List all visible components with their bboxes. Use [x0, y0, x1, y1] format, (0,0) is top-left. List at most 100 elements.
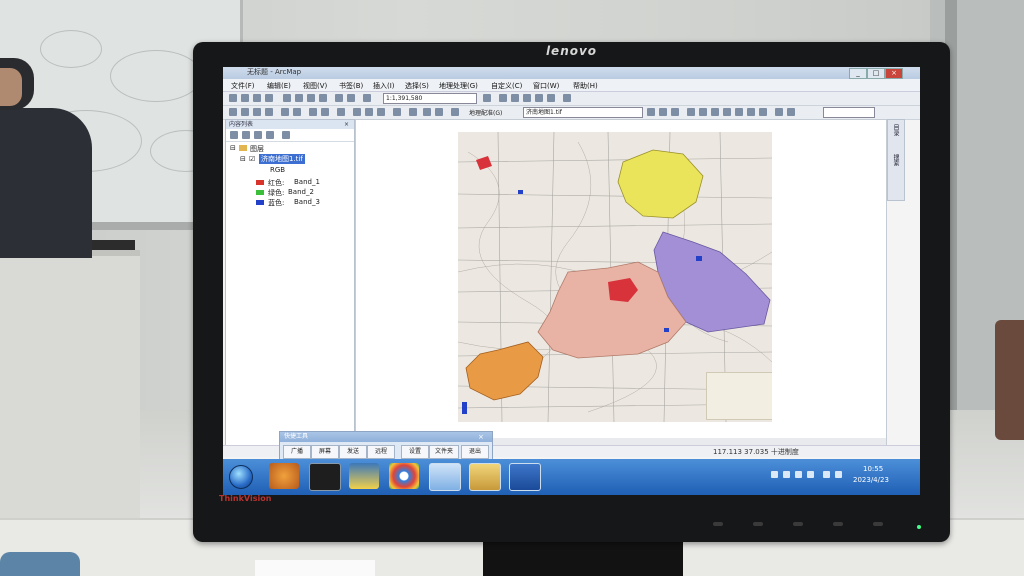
find-icon[interactable] [377, 108, 385, 116]
minimize-button[interactable]: _ [849, 68, 867, 79]
remote-button[interactable]: 远程 [367, 445, 395, 459]
toc-close-icon[interactable]: × [344, 120, 349, 129]
screen-button[interactable]: 屏幕 [311, 445, 339, 459]
pan-icon[interactable] [253, 108, 261, 116]
cut-icon[interactable] [283, 94, 291, 102]
list-by-visibility-icon[interactable] [254, 131, 262, 139]
copy-icon[interactable] [295, 94, 303, 102]
map-scale-input[interactable]: 1:1,391,580 [383, 93, 477, 104]
view-link-table-icon[interactable] [711, 108, 719, 116]
menu-customize[interactable]: 自定义(C) [491, 81, 522, 91]
hyperlink-icon[interactable] [409, 108, 417, 116]
menu-insert[interactable]: 插入(I) [373, 81, 395, 91]
fixed-zoom-out-icon[interactable] [293, 108, 301, 116]
select-features-icon[interactable] [337, 108, 345, 116]
toc-layer-name[interactable]: 济南地图1.tif [259, 154, 305, 164]
open-icon[interactable] [241, 94, 249, 102]
georeferencing-label[interactable]: 地理配准(G) [469, 108, 502, 117]
identify-icon[interactable] [365, 108, 373, 116]
close-button[interactable]: × [885, 68, 903, 79]
monitor-button[interactable] [753, 522, 763, 526]
menu-file[interactable]: 文件(F) [231, 81, 255, 91]
scale-icon[interactable] [671, 108, 679, 116]
delete-icon[interactable] [319, 94, 327, 102]
georeferencing-layer-select[interactable]: 济南地图1.tif [523, 107, 643, 118]
volume-icon[interactable] [835, 471, 842, 478]
menu-windows[interactable]: 窗口(W) [533, 81, 559, 91]
undo-icon[interactable] [335, 94, 343, 102]
go-to-xy-icon[interactable] [435, 108, 443, 116]
options-icon[interactable] [282, 131, 290, 139]
rotate-icon[interactable] [647, 108, 655, 116]
forward-icon[interactable] [321, 108, 329, 116]
monitor-button[interactable] [713, 522, 723, 526]
select-elements-icon[interactable] [353, 108, 361, 116]
menu-selection[interactable]: 选择(S) [405, 81, 429, 91]
model-builder-icon[interactable] [563, 94, 571, 102]
layer-expand-icon[interactable]: ⊟ [240, 155, 246, 163]
tray-icon[interactable] [771, 471, 778, 478]
save-icon[interactable] [253, 94, 261, 102]
full-extent-icon[interactable] [265, 108, 273, 116]
clock-time[interactable]: 10:55 [863, 465, 883, 473]
word-app-icon[interactable] [509, 463, 541, 491]
refresh-icon[interactable] [775, 108, 783, 116]
add-control-points-icon[interactable] [687, 108, 695, 116]
folder-button[interactable]: 文件夹 [429, 445, 459, 459]
toc-group-label[interactable]: 图层 [250, 144, 264, 154]
menu-edit[interactable]: 编辑(E) [267, 81, 291, 91]
list-by-drawing-order-icon[interactable] [230, 131, 238, 139]
tray-icon[interactable] [807, 471, 814, 478]
catalog-tab[interactable]: 目录 [891, 124, 900, 136]
monitor-button[interactable] [793, 522, 803, 526]
search-app-icon[interactable] [429, 463, 461, 491]
redo-icon[interactable] [347, 94, 355, 102]
python-icon[interactable] [547, 94, 555, 102]
terminal-app-icon[interactable] [309, 463, 341, 491]
menu-view[interactable]: 视图(V) [303, 81, 327, 91]
georef-value-input[interactable] [823, 107, 875, 118]
broadcast-button[interactable]: 广播 [283, 445, 311, 459]
clock-date[interactable]: 2023/4/23 [853, 476, 889, 484]
georef-tools-icon[interactable] [759, 108, 767, 116]
toc-window-icon[interactable] [499, 94, 507, 102]
measure-icon[interactable] [393, 108, 401, 116]
search-window-icon[interactable] [523, 94, 531, 102]
exit-button[interactable]: 退出 [461, 445, 489, 459]
start-button[interactable] [229, 465, 253, 489]
print-icon[interactable] [265, 94, 273, 102]
search-tab[interactable]: 搜索 [891, 154, 900, 166]
tray-icon[interactable] [795, 471, 802, 478]
monitor-button[interactable] [873, 522, 883, 526]
send-button[interactable]: 发送 [339, 445, 367, 459]
quick-tools-close-icon[interactable]: × [478, 432, 484, 442]
shift-icon[interactable] [659, 108, 667, 116]
zoom-in-icon[interactable] [229, 108, 237, 116]
quick-tools-titlebar[interactable]: 快捷工具 × [280, 432, 492, 442]
browser-app-icon[interactable] [269, 463, 299, 489]
new-icon[interactable] [229, 94, 237, 102]
paste-icon[interactable] [307, 94, 315, 102]
chrome-app-icon[interactable] [389, 463, 419, 489]
add-data-icon[interactable] [363, 94, 371, 102]
python-app-icon[interactable] [349, 463, 379, 489]
binoculars-icon[interactable] [423, 108, 431, 116]
menu-bookmarks[interactable]: 书签(B) [339, 81, 363, 91]
list-by-selection-icon[interactable] [266, 131, 274, 139]
menu-help[interactable]: 帮助(H) [573, 81, 598, 91]
georeferenced-map-image[interactable] [458, 132, 772, 422]
network-icon[interactable] [823, 471, 830, 478]
georef-tools-icon[interactable] [747, 108, 755, 116]
menu-geoprocessing[interactable]: 地理处理(G) [439, 81, 478, 91]
map-view[interactable] [355, 119, 887, 447]
maximize-button[interactable]: □ [867, 68, 885, 79]
folder-app-icon[interactable] [469, 463, 501, 491]
tray-icon[interactable] [783, 471, 790, 478]
view-link-table-icon[interactable] [699, 108, 707, 116]
settings-button[interactable]: 设置 [401, 445, 429, 459]
refresh-icon[interactable] [787, 108, 795, 116]
arctoolbox-icon[interactable] [535, 94, 543, 102]
back-icon[interactable] [309, 108, 317, 116]
shift-icon[interactable] [735, 108, 743, 116]
expand-icon[interactable]: ⊟ [230, 144, 236, 152]
